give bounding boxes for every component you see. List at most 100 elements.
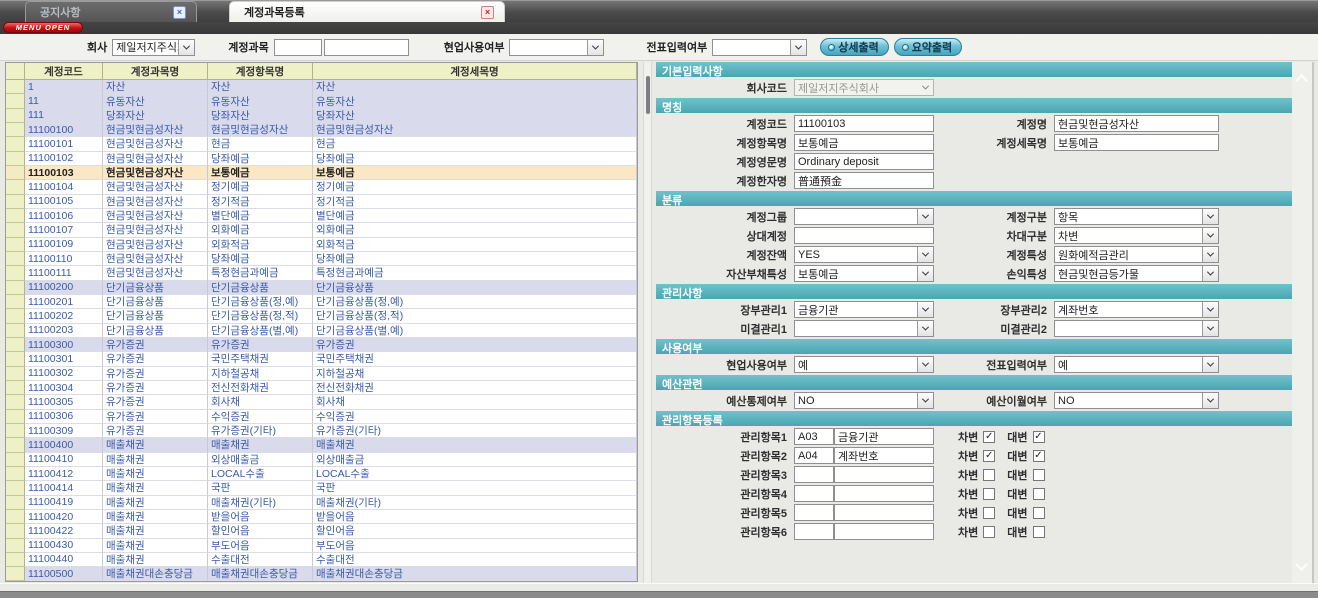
table-row[interactable]: 11100300 유가증권 유가증권 유가증권 xyxy=(6,338,637,352)
table-row[interactable]: 11100101 현금및현금성자산 현금 현금 xyxy=(6,137,637,151)
row-selector-cell[interactable] xyxy=(6,309,25,323)
summary-print-button[interactable]: 요약출력 xyxy=(894,38,962,56)
mgmt-item-name-field[interactable] xyxy=(834,523,934,540)
row-selector-cell[interactable] xyxy=(6,539,25,553)
row-selector-cell[interactable] xyxy=(6,109,25,123)
row-selector-cell[interactable] xyxy=(6,524,25,538)
mgmt-item-code-field[interactable] xyxy=(794,466,834,483)
debit-checkbox[interactable] xyxy=(983,469,995,481)
credit-checkbox[interactable] xyxy=(1033,450,1045,462)
tab-close-icon[interactable]: × xyxy=(481,6,494,19)
book-mgmt2-select[interactable]: 계좌번호 xyxy=(1054,301,1219,318)
credit-checkbox[interactable] xyxy=(1033,526,1045,538)
account-item-field[interactable] xyxy=(794,134,934,151)
scrollbar-thumb[interactable] xyxy=(646,76,650,114)
grid-vertical-scrollbar[interactable] xyxy=(643,62,652,583)
table-row[interactable]: 11100302 유가증권 지하철공채 지하철공채 xyxy=(6,367,637,381)
row-selector-cell[interactable] xyxy=(6,223,25,237)
row-selector-cell[interactable] xyxy=(6,152,25,166)
row-selector-cell[interactable] xyxy=(6,553,25,567)
header-account-detail[interactable]: 계정세목명 xyxy=(313,63,637,80)
table-row[interactable]: 11100200 단기금융상품 단기금융상품 단기금융상품 xyxy=(6,281,637,295)
table-row[interactable]: 11100104 현금및현금성자산 정기예금 정기예금 xyxy=(6,180,637,194)
credit-checkbox[interactable] xyxy=(1033,507,1045,519)
row-selector-cell[interactable] xyxy=(6,238,25,252)
panel-scroll-column[interactable] xyxy=(1292,62,1314,583)
table-row[interactable]: 11100420 매출채권 받을어음 받을어음 xyxy=(6,510,637,524)
account-hanja-field[interactable] xyxy=(794,172,934,189)
table-row[interactable]: 11100440 매출채권 수출대전 수출대전 xyxy=(6,553,637,567)
table-row[interactable]: 11100414 매출채권 국판 국판 xyxy=(6,481,637,495)
field-use-detail-select[interactable]: 예 xyxy=(794,356,934,373)
row-selector-cell[interactable] xyxy=(6,166,25,180)
detail-print-button[interactable]: 상세출력 xyxy=(820,38,888,56)
table-row[interactable]: 11100400 매출채권 매출채권 매출채권 xyxy=(6,438,637,452)
row-selector-cell[interactable] xyxy=(6,424,25,438)
row-selector-cell[interactable] xyxy=(6,123,25,137)
account-detail-field[interactable] xyxy=(1054,134,1219,151)
account-code-input[interactable] xyxy=(274,39,322,56)
account-english-field[interactable] xyxy=(794,153,934,170)
open-mgmt1-select[interactable] xyxy=(794,320,934,337)
tab-account-registration[interactable]: 계정과목등록 × xyxy=(229,1,505,22)
mgmt-item-code-field[interactable] xyxy=(794,523,834,540)
row-selector-cell[interactable] xyxy=(6,180,25,194)
table-row[interactable]: 11100301 유가증권 국민주택채권 국민주택채권 xyxy=(6,352,637,366)
company-code-select[interactable]: 제일저지주식회사 xyxy=(794,79,934,96)
table-row[interactable]: 11100110 현금및현금성자산 당좌예금 당좌예금 xyxy=(6,252,637,266)
table-row[interactable]: 11100107 현금및현금성자산 외화예금 외화예금 xyxy=(6,223,637,237)
chevron-up-icon[interactable] xyxy=(1295,74,1308,87)
table-row[interactable]: 1 자산 자산 자산 xyxy=(6,80,637,94)
slip-entry-detail-select[interactable]: 예 xyxy=(1054,356,1219,373)
row-selector-cell[interactable] xyxy=(6,453,25,467)
header-account-item[interactable]: 계정항목명 xyxy=(208,63,313,80)
credit-checkbox[interactable] xyxy=(1033,431,1045,443)
table-row[interactable]: 11100105 현금및현금성자산 정기적금 정기적금 xyxy=(6,195,637,209)
header-account-code[interactable]: 계정코드 xyxy=(25,63,103,80)
mgmt-item-name-field[interactable] xyxy=(834,466,934,483)
table-row[interactable]: 11100106 현금및현금성자산 별단예금 별단예금 xyxy=(6,209,637,223)
row-selector-cell[interactable] xyxy=(6,195,25,209)
row-selector-cell[interactable] xyxy=(6,266,25,280)
table-row[interactable]: 11100412 매출채권 LOCAL수출 LOCAL수출 xyxy=(6,467,637,481)
row-selector-cell[interactable] xyxy=(6,481,25,495)
table-row[interactable]: 11100202 단기금융상품 단기금융상품(정,적) 단기금융상품(정,적) xyxy=(6,309,637,323)
debit-checkbox[interactable] xyxy=(983,450,995,462)
row-selector-cell[interactable] xyxy=(6,395,25,409)
header-account-name[interactable]: 계정과목명 xyxy=(103,63,208,80)
table-row[interactable]: 11100203 단기금융상품 단기금융상품(별,예) 단기금융상품(별,예) xyxy=(6,324,637,338)
row-selector-cell[interactable] xyxy=(6,438,25,452)
table-row[interactable]: 11100102 현금및현금성자산 당좌예금 당좌예금 xyxy=(6,152,637,166)
table-row[interactable]: 11100201 단기금융상품 단기금융상품(정,예) 단기금융상품(정,예) xyxy=(6,295,637,309)
open-mgmt2-select[interactable] xyxy=(1054,320,1219,337)
table-row[interactable]: 11100419 매출채권 매출채권(기타) 매출채권(기타) xyxy=(6,496,637,510)
book-mgmt1-select[interactable]: 금융기관 xyxy=(794,301,934,318)
row-selector-cell[interactable] xyxy=(6,510,25,524)
row-selector-cell[interactable] xyxy=(6,324,25,338)
table-row[interactable]: 11100306 유가증권 수익증권 수익증권 xyxy=(6,410,637,424)
table-row[interactable]: 11100500 매출채권대손충당금 매출채권대손충당금 매출채권대손충당금 xyxy=(6,567,637,581)
mgmt-item-name-field[interactable] xyxy=(834,447,934,464)
mgmt-item-name-field[interactable] xyxy=(834,504,934,521)
row-selector-cell[interactable] xyxy=(6,567,25,581)
account-trait-select[interactable]: 원화예적금관리 xyxy=(1054,246,1219,263)
credit-checkbox[interactable] xyxy=(1033,469,1045,481)
debit-checkbox[interactable] xyxy=(983,488,995,500)
table-row[interactable]: 11100430 매출채권 부도어음 부도어음 xyxy=(6,539,637,553)
table-row[interactable]: 111 당좌자산 당좌자산 당좌자산 xyxy=(6,109,637,123)
row-selector-cell[interactable] xyxy=(6,80,25,94)
account-group-select[interactable] xyxy=(794,208,934,225)
mgmt-item-code-field[interactable] xyxy=(794,428,834,445)
table-row[interactable]: 11100309 유가증권 유가증권(기타) 유가증권(기타) xyxy=(6,424,637,438)
table-row[interactable]: 11100103 현금및현금성자산 보통예금 보통예금 xyxy=(6,166,637,180)
table-row[interactable]: 11100422 매출채권 할인어음 할인어음 xyxy=(6,524,637,538)
account-balance-select[interactable]: YES xyxy=(794,246,934,263)
table-row[interactable]: 11100100 현금및현금성자산 현금및현금성자산 현금및현금성자산 xyxy=(6,123,637,137)
row-selector-cell[interactable] xyxy=(6,410,25,424)
mgmt-item-name-field[interactable] xyxy=(834,428,934,445)
budget-control-select[interactable]: NO xyxy=(794,392,934,409)
mgmt-item-code-field[interactable] xyxy=(794,485,834,502)
mgmt-item-name-field[interactable] xyxy=(834,485,934,502)
menu-open-button[interactable]: MENU OPEN xyxy=(3,22,83,33)
table-row[interactable]: 11100305 유가증권 회사채 회사채 xyxy=(6,395,637,409)
